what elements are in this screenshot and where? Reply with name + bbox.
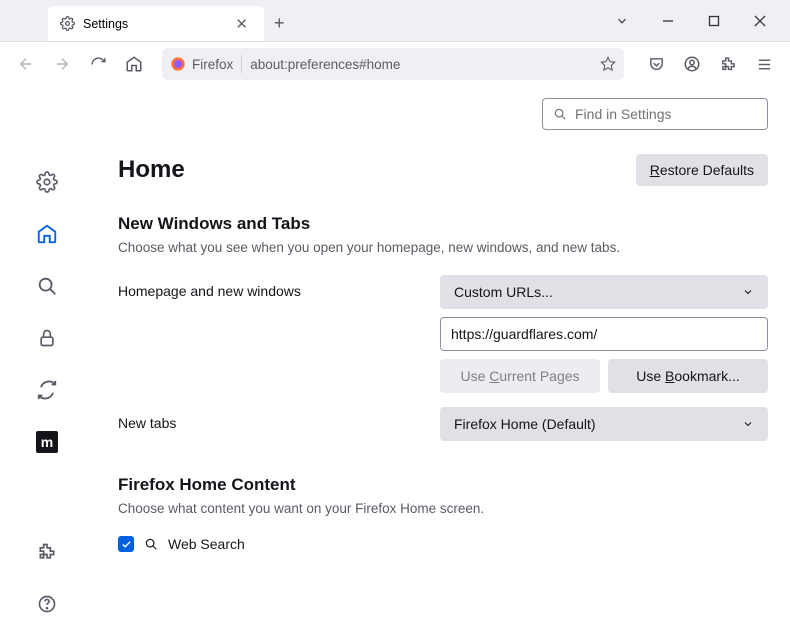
- url-text: about:preferences#home: [250, 57, 592, 72]
- content-area: Find in Settings Home Restore Defaults N…: [94, 86, 790, 618]
- close-window-button[interactable]: [738, 5, 782, 37]
- identity-label: Firefox: [192, 57, 233, 72]
- homepage-url-input[interactable]: [440, 317, 768, 351]
- extensions-button[interactable]: [712, 48, 744, 80]
- main-area: m Find in Settings Home Restore Defaults…: [0, 86, 790, 618]
- homepage-label: Homepage and new windows: [118, 275, 440, 299]
- firefox-icon: [170, 56, 186, 72]
- maximize-button[interactable]: [692, 5, 736, 37]
- section-heading-new-windows: New Windows and Tabs: [118, 214, 768, 234]
- use-bookmark-button[interactable]: Use Bookmark...: [608, 359, 768, 393]
- reload-button[interactable]: [82, 48, 114, 80]
- chevron-down-icon: [742, 418, 754, 430]
- titlebar: Settings ✕ +: [0, 0, 790, 42]
- sidebar-item-general[interactable]: [33, 168, 61, 196]
- home-button[interactable]: [118, 48, 150, 80]
- mozilla-icon: m: [36, 431, 58, 453]
- identity-box[interactable]: Firefox: [170, 56, 233, 72]
- close-icon[interactable]: ✕: [231, 13, 252, 35]
- section-heading-fhc: Firefox Home Content: [118, 475, 768, 495]
- forward-button[interactable]: [46, 48, 78, 80]
- websearch-label: Web Search: [168, 536, 245, 552]
- sidebar-item-home[interactable]: [33, 220, 61, 248]
- tab-title: Settings: [83, 17, 128, 31]
- chevron-down-icon: [742, 286, 754, 298]
- newtabs-label: New tabs: [118, 407, 440, 431]
- find-in-settings[interactable]: Find in Settings: [542, 98, 768, 130]
- newtabs-value: Firefox Home (Default): [454, 416, 596, 432]
- restore-defaults-button[interactable]: Restore Defaults: [636, 154, 768, 186]
- bookmark-star-icon[interactable]: [600, 56, 616, 72]
- back-button[interactable]: [10, 48, 42, 80]
- sidebar-item-sync[interactable]: [33, 376, 61, 404]
- homepage-mode-select[interactable]: Custom URLs...: [440, 275, 768, 309]
- account-button[interactable]: [676, 48, 708, 80]
- find-placeholder: Find in Settings: [575, 106, 672, 122]
- minimize-button[interactable]: [646, 5, 690, 37]
- separator: [241, 55, 242, 73]
- section-sub-new-windows: Choose what you see when you open your h…: [118, 240, 768, 255]
- app-menu-button[interactable]: [748, 48, 780, 80]
- websearch-checkbox[interactable]: [118, 536, 134, 552]
- section-sub-fhc: Choose what content you want on your Fir…: [118, 501, 768, 516]
- gear-icon: [60, 16, 75, 31]
- sidebar-item-more[interactable]: m: [33, 428, 61, 456]
- homepage-mode-value: Custom URLs...: [454, 284, 553, 300]
- sidebar-item-extensions[interactable]: [33, 538, 61, 566]
- use-current-pages-button[interactable]: Use Current Pages: [440, 359, 600, 393]
- window-controls: [600, 0, 790, 41]
- new-tab-button[interactable]: +: [264, 6, 295, 41]
- search-icon: [553, 107, 567, 121]
- check-icon: [121, 539, 132, 550]
- url-bar[interactable]: Firefox about:preferences#home: [162, 48, 624, 80]
- sidebar-item-search[interactable]: [33, 272, 61, 300]
- settings-sidebar: m: [0, 86, 94, 618]
- search-icon: [144, 537, 158, 551]
- browser-tab[interactable]: Settings ✕: [48, 6, 264, 41]
- sidebar-item-help[interactable]: [33, 590, 61, 618]
- sidebar-item-privacy[interactable]: [33, 324, 61, 352]
- pocket-button[interactable]: [640, 48, 672, 80]
- newtabs-select[interactable]: Firefox Home (Default): [440, 407, 768, 441]
- page-title: Home: [118, 156, 185, 184]
- toolbar: Firefox about:preferences#home: [0, 42, 790, 86]
- list-all-tabs-button[interactable]: [600, 5, 644, 37]
